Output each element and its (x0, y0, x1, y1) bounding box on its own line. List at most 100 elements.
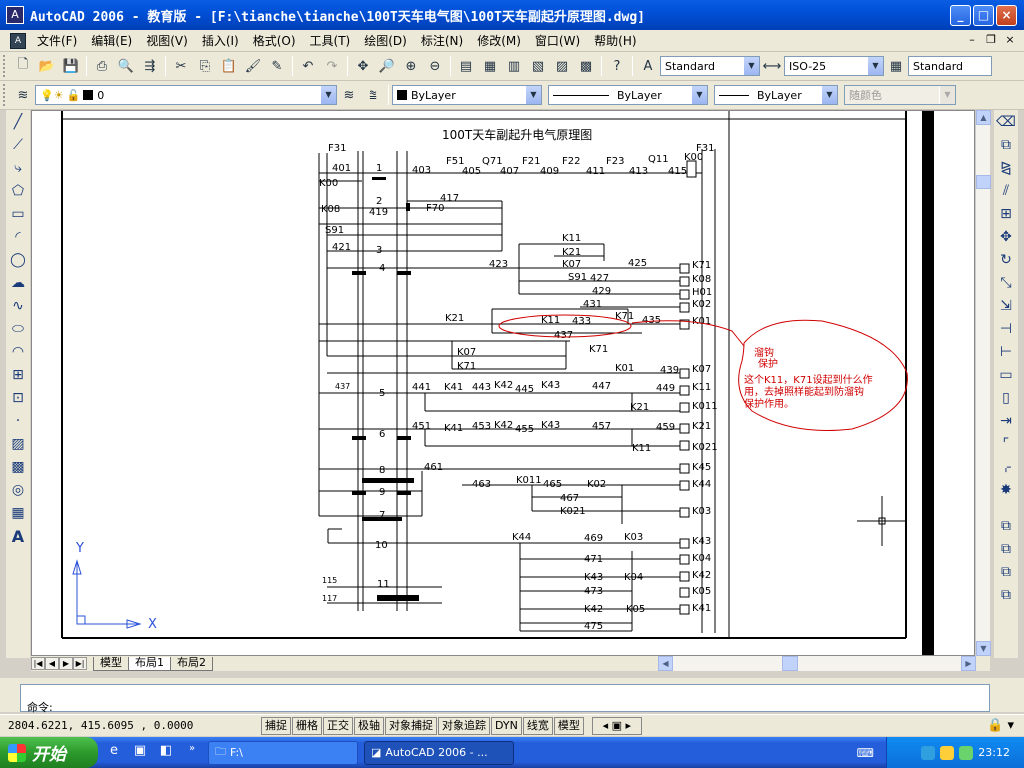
properties-icon[interactable]: ▤ (456, 56, 476, 76)
scroll-down-icon[interactable]: ▼ (976, 641, 991, 656)
polygon-icon[interactable]: ⬠ (7, 180, 29, 202)
text-style-select[interactable]: Standard ▼ (660, 56, 760, 76)
pan-icon[interactable]: ✥ (353, 56, 373, 76)
toolbar-grip[interactable] (3, 55, 7, 77)
horizontal-scrollbar[interactable]: ◀ ▶ (658, 656, 976, 671)
scroll-thumb[interactable] (782, 656, 798, 671)
otrack-toggle[interactable]: 对象追踪 (438, 716, 490, 735)
keyboard-icon[interactable]: ⌨ (857, 746, 874, 760)
point-icon[interactable]: · (7, 410, 29, 432)
chevron-down-icon[interactable]: ▼ (320, 86, 336, 104)
tab-model[interactable]: 模型 (93, 656, 129, 671)
prev-tab-icon[interactable]: ◀ (45, 657, 59, 670)
tool-palettes-icon[interactable]: ▥ (504, 56, 524, 76)
table-icon[interactable]: ▦ (7, 502, 29, 524)
chevron-down-icon[interactable]: ▼ (525, 86, 541, 104)
ellipse-arc-icon[interactable]: ◠ (7, 341, 29, 363)
doc-minimize-icon[interactable]: – (964, 33, 980, 48)
quicklaunch-more-icon[interactable]: » (182, 743, 202, 763)
arc-icon[interactable]: ◜ (7, 226, 29, 248)
undo-icon[interactable]: ↶ (298, 56, 318, 76)
table-style-icon[interactable]: ▦ (886, 56, 906, 76)
chevron-down-icon[interactable]: ▼ (939, 86, 955, 104)
toolbar-lock-icon[interactable]: 🔒 ▾ (987, 718, 1014, 733)
color-select[interactable]: ByLayer ▼ (392, 85, 542, 105)
title-bar[interactable]: A AutoCAD 2006 - 教育版 - [F:\tianche\tianc… (0, 0, 1024, 30)
multiline-text-icon[interactable]: A (7, 525, 29, 547)
help-icon[interactable]: ? (607, 56, 627, 76)
menu-format[interactable]: 格式(O) (246, 32, 303, 49)
text-style-icon[interactable]: A (638, 56, 658, 76)
redo-icon[interactable]: ↷ (322, 56, 342, 76)
polar-toggle[interactable]: 极轴 (354, 716, 384, 735)
ortho-toggle[interactable]: 正交 (323, 716, 353, 735)
insert-block-icon[interactable]: ⊞ (7, 364, 29, 386)
menu-edit[interactable]: 编辑(E) (84, 32, 139, 49)
minimize-button[interactable]: _ (950, 5, 971, 26)
construction-line-icon[interactable]: ⟋ (7, 134, 29, 156)
menu-modify[interactable]: 修改(M) (470, 32, 528, 49)
document-icon[interactable]: A (10, 32, 26, 49)
scroll-thumb[interactable] (976, 175, 991, 189)
scroll-up-icon[interactable]: ▲ (976, 110, 991, 125)
draworder-icon[interactable]: ⧉ (995, 515, 1017, 537)
calculator-icon[interactable]: ▩ (576, 56, 596, 76)
taskbar-item-explorer[interactable]: 🗀 F:\ (208, 740, 358, 765)
extend-icon[interactable]: ⊢ (995, 341, 1017, 363)
make-current-layer-icon[interactable]: ≋ (339, 85, 359, 105)
break-at-point-icon[interactable]: ▭ (995, 364, 1017, 386)
media-icon[interactable]: ▣ (130, 743, 150, 763)
line-icon[interactable]: ╱ (7, 111, 29, 133)
bring-above-icon[interactable]: ⧉ (995, 538, 1017, 560)
trim-icon[interactable]: ⊣ (995, 318, 1017, 340)
clock[interactable]: 23:12 (978, 746, 1010, 759)
erase-icon[interactable]: ⌫ (995, 111, 1017, 133)
print-icon[interactable]: ⎙ (92, 56, 112, 76)
layer-manager-icon[interactable]: ≋ (13, 85, 33, 105)
hatch-icon[interactable]: ▨ (7, 433, 29, 455)
bring-front-icon[interactable]: ⧉ (995, 584, 1017, 606)
maximize-button[interactable]: □ (973, 5, 994, 26)
command-line[interactable]: 命令: (20, 684, 990, 714)
circle-icon[interactable]: ◯ (7, 249, 29, 271)
zoom-window-icon[interactable]: ⊕ (401, 56, 421, 76)
grid-toggle[interactable]: 栅格 (292, 716, 322, 735)
linetype-select[interactable]: ByLayer ▼ (548, 85, 708, 105)
open-icon[interactable]: 📂 (37, 56, 57, 76)
block-editor-icon[interactable]: ✎ (267, 56, 287, 76)
model-toggle[interactable]: 模型 (553, 716, 584, 735)
drawing-area[interactable]: 100T天车副起升电气原理图 1 2 3 4 5 6 8 9 7 10 11 F… (31, 110, 975, 656)
make-block-icon[interactable]: ⊡ (7, 387, 29, 409)
volume-icon[interactable] (959, 745, 974, 760)
scale-icon[interactable]: ⤡ (995, 272, 1017, 294)
start-button[interactable]: 开始 (0, 737, 98, 768)
zoom-realtime-icon[interactable]: 🔎 (377, 56, 397, 76)
menu-tools[interactable]: 工具(T) (303, 32, 358, 49)
plot-style-select[interactable]: 随颜色 ▼ (844, 85, 956, 105)
menu-dimension[interactable]: 标注(N) (414, 32, 470, 49)
paste-icon[interactable]: 📋 (219, 56, 239, 76)
gradient-icon[interactable]: ▩ (7, 456, 29, 478)
toolbar-grip[interactable] (3, 84, 7, 106)
region-icon[interactable]: ◎ (7, 479, 29, 501)
qq-icon[interactable] (940, 745, 955, 760)
chevron-down-icon[interactable]: ▼ (821, 86, 837, 104)
dim-style-select[interactable]: ISO-25 ▼ (784, 56, 884, 76)
send-under-icon[interactable]: ⧉ (995, 561, 1017, 583)
doc-close-icon[interactable]: × (1002, 33, 1018, 48)
sheet-set-icon[interactable]: ▧ (528, 56, 548, 76)
taskbar-item-autocad[interactable]: ◪ AutoCAD 2006 - ... (364, 740, 514, 765)
last-tab-icon[interactable]: ▶| (73, 657, 87, 670)
chevron-down-icon[interactable]: ▼ (867, 57, 883, 75)
spline-icon[interactable]: ∿ (7, 295, 29, 317)
vertical-scrollbar[interactable]: ▲ ▼ (975, 110, 991, 656)
publish-icon[interactable]: ⇶ (140, 56, 160, 76)
lineweight-toggle[interactable]: 线宽 (522, 716, 553, 735)
revision-cloud-icon[interactable]: ☁ (7, 272, 29, 294)
chevron-down-icon[interactable]: ▼ (743, 57, 759, 75)
explode-icon[interactable]: ✸ (995, 479, 1017, 501)
layer-select[interactable]: 💡☀ 🔓 0 ▼ (35, 85, 337, 105)
save-icon[interactable]: 💾 (61, 56, 81, 76)
lineweight-select[interactable]: ByLayer ▼ (714, 85, 838, 105)
design-center-icon[interactable]: ▦ (480, 56, 500, 76)
